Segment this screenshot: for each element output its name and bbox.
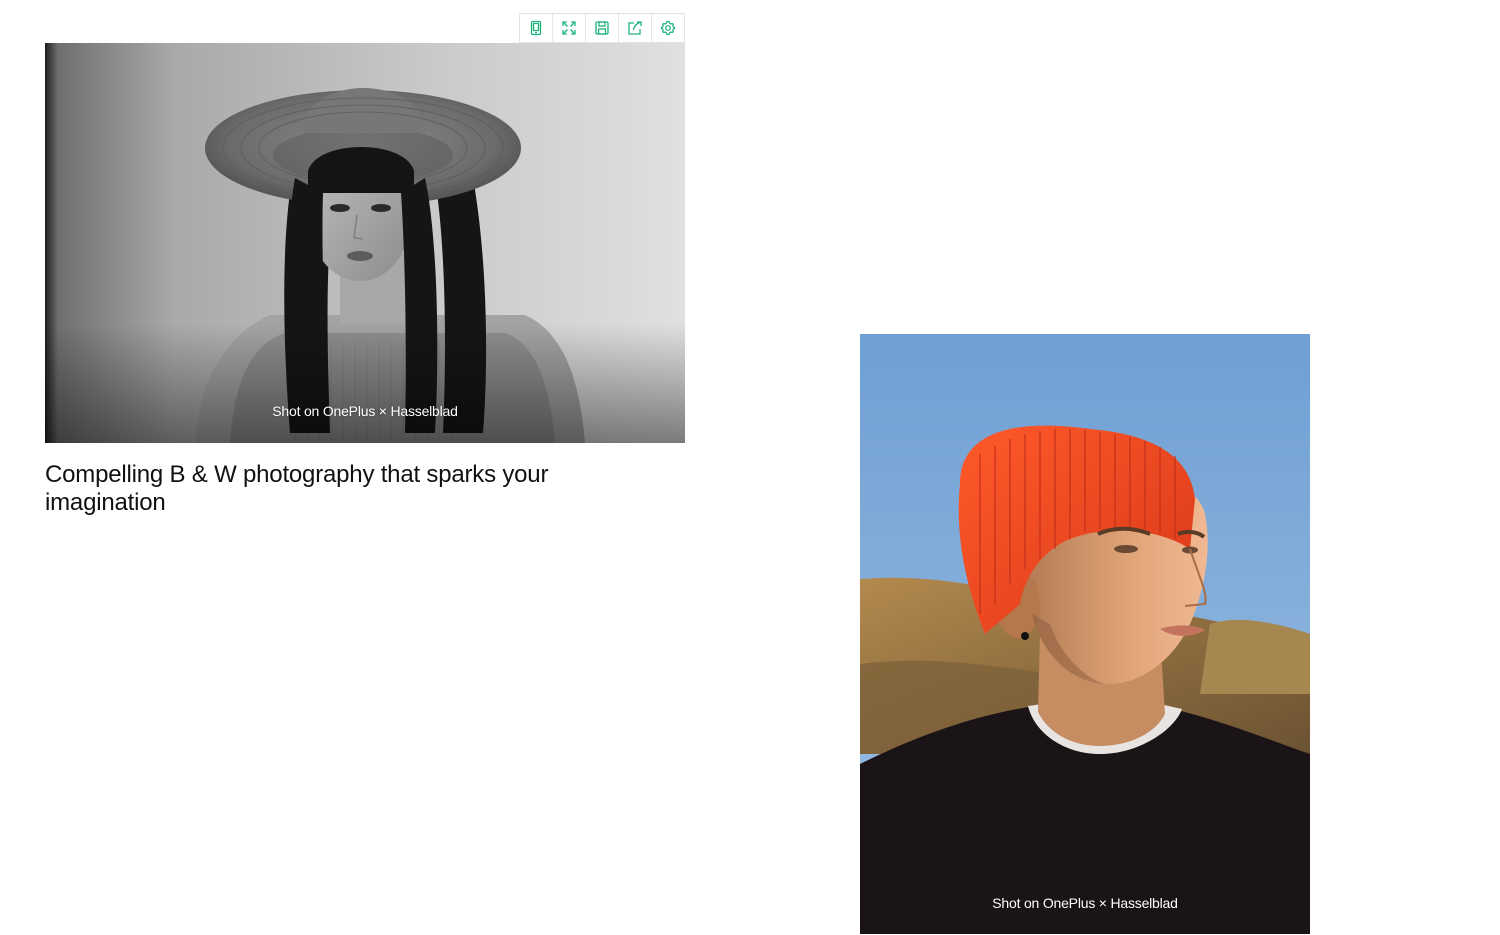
expand-icon <box>562 21 576 35</box>
page: Shot on OnePlus × Hasselblad Compelling … <box>0 0 1500 935</box>
color-portrait-illustration <box>860 334 1310 934</box>
share-button[interactable] <box>619 14 652 42</box>
tablet-icon <box>530 20 542 36</box>
bw-portrait-illustration <box>45 43 685 443</box>
tablet-view-button[interactable] <box>520 14 553 42</box>
image-toolbar <box>519 13 685 43</box>
share-icon <box>628 21 642 35</box>
color-portrait-photo[interactable]: Shot on OnePlus × Hasselblad <box>860 334 1310 934</box>
feature-headline: Compelling B & W photography that sparks… <box>45 461 549 516</box>
save-icon <box>595 21 609 35</box>
gear-icon <box>660 20 676 36</box>
save-button[interactable] <box>586 14 619 42</box>
bw-portrait-photo[interactable]: Shot on OnePlus × Hasselblad <box>45 43 685 443</box>
fullscreen-button[interactable] <box>553 14 586 42</box>
photo-credit: Shot on OnePlus × Hasselblad <box>992 895 1178 911</box>
settings-button[interactable] <box>652 14 684 42</box>
photo-credit: Shot on OnePlus × Hasselblad <box>272 403 458 419</box>
